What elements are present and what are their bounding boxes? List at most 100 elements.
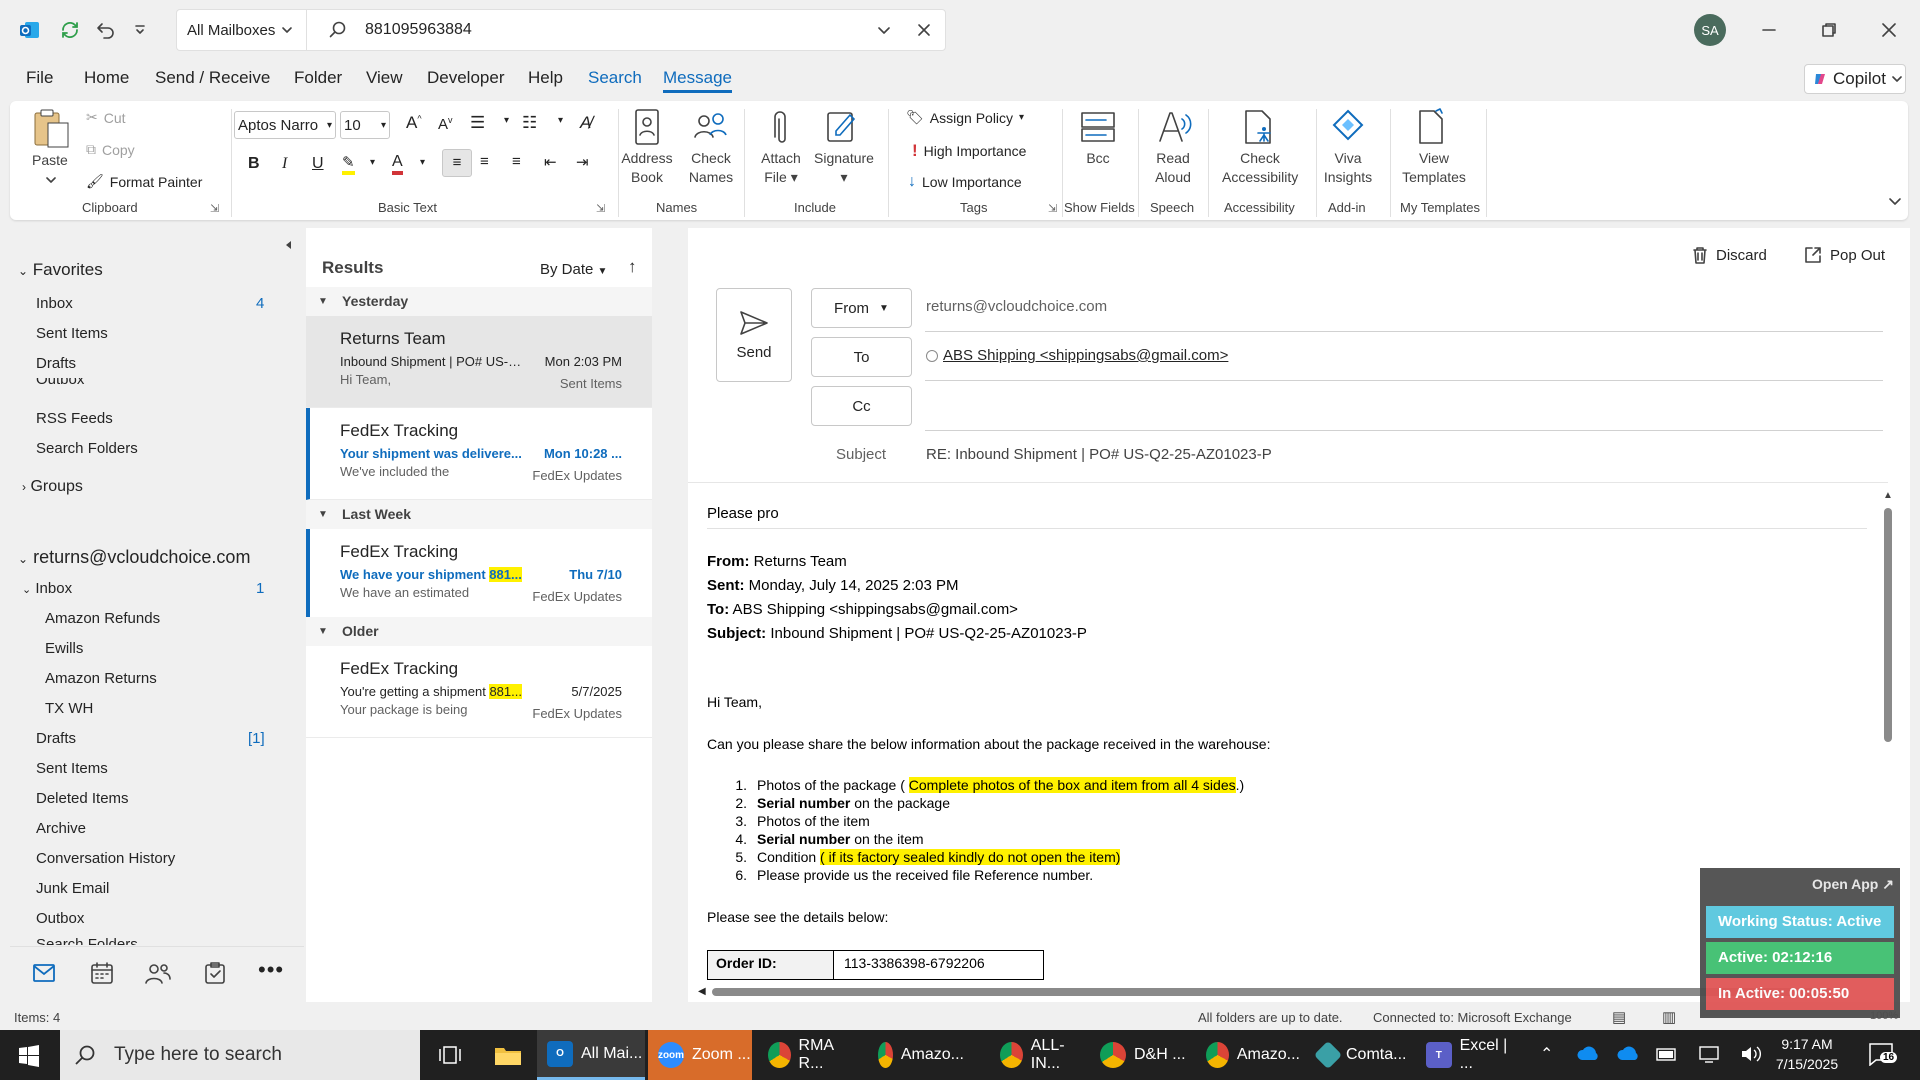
windows-start-icon[interactable] bbox=[18, 1045, 40, 1067]
check-accessibility-button[interactable]: Check Accessibility bbox=[1222, 149, 1298, 187]
templates-icon[interactable] bbox=[1410, 107, 1450, 147]
chevron-down-icon[interactable]: ▾ bbox=[420, 157, 425, 168]
shrink-font-icon[interactable]: Av bbox=[438, 115, 453, 133]
to-field[interactable]: ABS Shipping <shippingsabs@gmail.com> bbox=[926, 347, 1228, 364]
list-item[interactable]: FedEx Tracking We have your shipment 881… bbox=[306, 529, 652, 621]
folder-account-outbox[interactable]: Outbox bbox=[36, 910, 84, 927]
chevron-down-icon[interactable] bbox=[46, 175, 56, 185]
from-button[interactable]: From ▼ bbox=[811, 288, 912, 328]
open-app-link[interactable]: Open App ↗ bbox=[1812, 876, 1894, 893]
favorites-header[interactable]: ⌄ Favorites bbox=[18, 260, 103, 280]
collapse-pane-icon[interactable] bbox=[284, 240, 294, 250]
tab-help[interactable]: Help bbox=[528, 68, 563, 88]
sort-by-dropdown[interactable]: By Date ▼ bbox=[540, 261, 607, 278]
assign-policy-button[interactable]: 🏷 Assign Policy ▾ bbox=[906, 109, 1024, 126]
undo-icon[interactable] bbox=[92, 16, 120, 44]
highlight-icon[interactable]: ✎ bbox=[342, 153, 355, 175]
task-view-icon[interactable] bbox=[438, 1044, 462, 1066]
increase-indent-icon[interactable]: ⇥ bbox=[576, 153, 589, 171]
taskbar-app-chrome[interactable]: ALL-IN... bbox=[990, 1030, 1086, 1080]
pop-out-button[interactable]: Pop Out bbox=[1804, 246, 1885, 264]
italic-icon[interactable]: I bbox=[282, 155, 287, 173]
scroll-thumb[interactable] bbox=[712, 988, 1832, 996]
tab-file[interactable]: File bbox=[26, 68, 53, 88]
minimize-icon[interactable] bbox=[1753, 14, 1785, 46]
folder-tx-wh[interactable]: TX WH bbox=[45, 700, 93, 717]
low-importance-button[interactable]: ↓ Low Importance bbox=[908, 173, 1022, 191]
dialog-launcher-icon[interactable]: ⇲ bbox=[596, 202, 605, 215]
paste-icon[interactable] bbox=[32, 107, 72, 151]
search-box[interactable]: 881095963884 bbox=[306, 9, 946, 51]
address-book-button[interactable]: Address Book bbox=[620, 149, 674, 187]
taskbar-app-chrome[interactable]: RMA R... bbox=[758, 1030, 854, 1080]
sync-icon[interactable] bbox=[56, 16, 84, 44]
dialog-launcher-icon[interactable]: ⇲ bbox=[1048, 202, 1057, 215]
sort-direction-icon[interactable]: ↑ bbox=[628, 257, 637, 277]
folder-deleted-items[interactable]: Deleted Items bbox=[36, 790, 129, 807]
collapse-ribbon-icon[interactable] bbox=[1888, 197, 1902, 207]
chevron-down-icon[interactable] bbox=[877, 23, 891, 37]
chevron-down-icon[interactable]: ▾ bbox=[504, 115, 509, 126]
taskbar-app-outlook[interactable]: O All Mai... bbox=[537, 1030, 645, 1080]
mailbox-scope-dropdown[interactable]: All Mailboxes bbox=[176, 9, 306, 51]
restore-icon[interactable] bbox=[1813, 14, 1845, 46]
check-names-icon[interactable] bbox=[690, 107, 730, 147]
taskbar-search[interactable]: Type here to search bbox=[60, 1030, 420, 1080]
tab-home[interactable]: Home bbox=[84, 68, 129, 88]
taskbar-app-teams[interactable]: T Excel | ... bbox=[1416, 1030, 1524, 1080]
list-item[interactable]: Returns Team Inbound Shipment | PO# US-Q… bbox=[306, 316, 652, 408]
search-input[interactable]: 881095963884 bbox=[365, 21, 877, 39]
scroll-up-icon[interactable]: ▲ bbox=[1883, 490, 1893, 501]
check-names-button[interactable]: Check Names bbox=[686, 149, 736, 187]
folder-sent-items[interactable]: Sent Items bbox=[36, 325, 108, 342]
group-header-last-week[interactable]: ▼ Last Week bbox=[306, 500, 652, 529]
align-right-icon[interactable]: ≡ bbox=[512, 153, 521, 170]
reading-view-icon[interactable]: ▥ bbox=[1662, 1008, 1676, 1026]
format-painter-button[interactable]: 🖌 Format Painter bbox=[86, 173, 202, 190]
cc-button[interactable]: Cc bbox=[811, 386, 912, 426]
folder-account-sent[interactable]: Sent Items bbox=[36, 760, 108, 777]
group-header-yesterday[interactable]: ▼ Yesterday bbox=[306, 287, 652, 316]
taskbar-app-chrome[interactable]: Amazo... bbox=[1196, 1030, 1300, 1080]
send-button[interactable]: Send bbox=[716, 288, 792, 382]
bullets-icon[interactable]: ☰ bbox=[470, 113, 485, 133]
taskbar-app-comta[interactable]: Comta... bbox=[1308, 1030, 1408, 1080]
customize-toolbar-icon[interactable] bbox=[126, 16, 154, 44]
avatar[interactable]: SA bbox=[1694, 14, 1726, 46]
folder-outbox[interactable]: Outbox bbox=[36, 378, 84, 388]
signature-icon[interactable] bbox=[822, 107, 862, 147]
read-aloud-button[interactable]: Read Aloud bbox=[1148, 149, 1198, 187]
account-header[interactable]: ⌄ returns@vcloudchoice.com bbox=[18, 547, 250, 568]
folder-drafts[interactable]: Drafts bbox=[36, 355, 76, 372]
close-icon[interactable] bbox=[917, 23, 931, 37]
folder-conversation-history[interactable]: Conversation History bbox=[36, 850, 175, 867]
viva-insights-icon[interactable] bbox=[1328, 107, 1368, 147]
bcc-icon[interactable] bbox=[1078, 107, 1118, 147]
taskbar-app-zoom[interactable]: zoom Zoom ... bbox=[648, 1030, 752, 1080]
grow-font-icon[interactable]: A^ bbox=[406, 113, 422, 133]
folder-search-folders[interactable]: Search Folders bbox=[36, 440, 138, 457]
folder-inbox[interactable]: Inbox bbox=[36, 295, 73, 312]
font-name-combo[interactable]: Aptos Narro ▾ bbox=[234, 111, 336, 139]
font-size-combo[interactable]: 10 ▾ bbox=[340, 111, 390, 139]
folder-account-drafts[interactable]: Drafts bbox=[36, 730, 76, 747]
recipient-chip[interactable]: ABS Shipping <shippingsabs@gmail.com> bbox=[943, 347, 1228, 364]
folder-junk-email[interactable]: Junk Email bbox=[36, 880, 109, 897]
cut-button[interactable]: ✂ Cut bbox=[86, 109, 126, 126]
taskbar-app-chrome[interactable]: D&H ... bbox=[1090, 1030, 1186, 1080]
tab-developer[interactable]: Developer bbox=[427, 68, 505, 88]
bold-icon[interactable]: B bbox=[248, 155, 260, 173]
folder-account-inbox[interactable]: ⌄ Inbox bbox=[22, 580, 72, 597]
file-explorer-icon[interactable] bbox=[494, 1044, 522, 1066]
align-left-icon[interactable]: ≡ bbox=[442, 149, 472, 177]
taskbar-app-chrome[interactable]: Amazo... bbox=[868, 1030, 964, 1080]
more-apps-icon[interactable]: ••• bbox=[258, 957, 284, 983]
decrease-indent-icon[interactable]: ⇤ bbox=[544, 153, 557, 171]
tab-view[interactable]: View bbox=[366, 68, 403, 88]
clock-date[interactable]: 7/15/2025 bbox=[1772, 1056, 1842, 1072]
close-window-icon[interactable] bbox=[1873, 14, 1905, 46]
tab-search[interactable]: Search bbox=[588, 68, 642, 88]
chevron-down-icon[interactable]: ▾ bbox=[370, 157, 375, 168]
accessibility-icon[interactable] bbox=[1238, 107, 1278, 147]
group-header-older[interactable]: ▼ Older bbox=[306, 617, 652, 646]
